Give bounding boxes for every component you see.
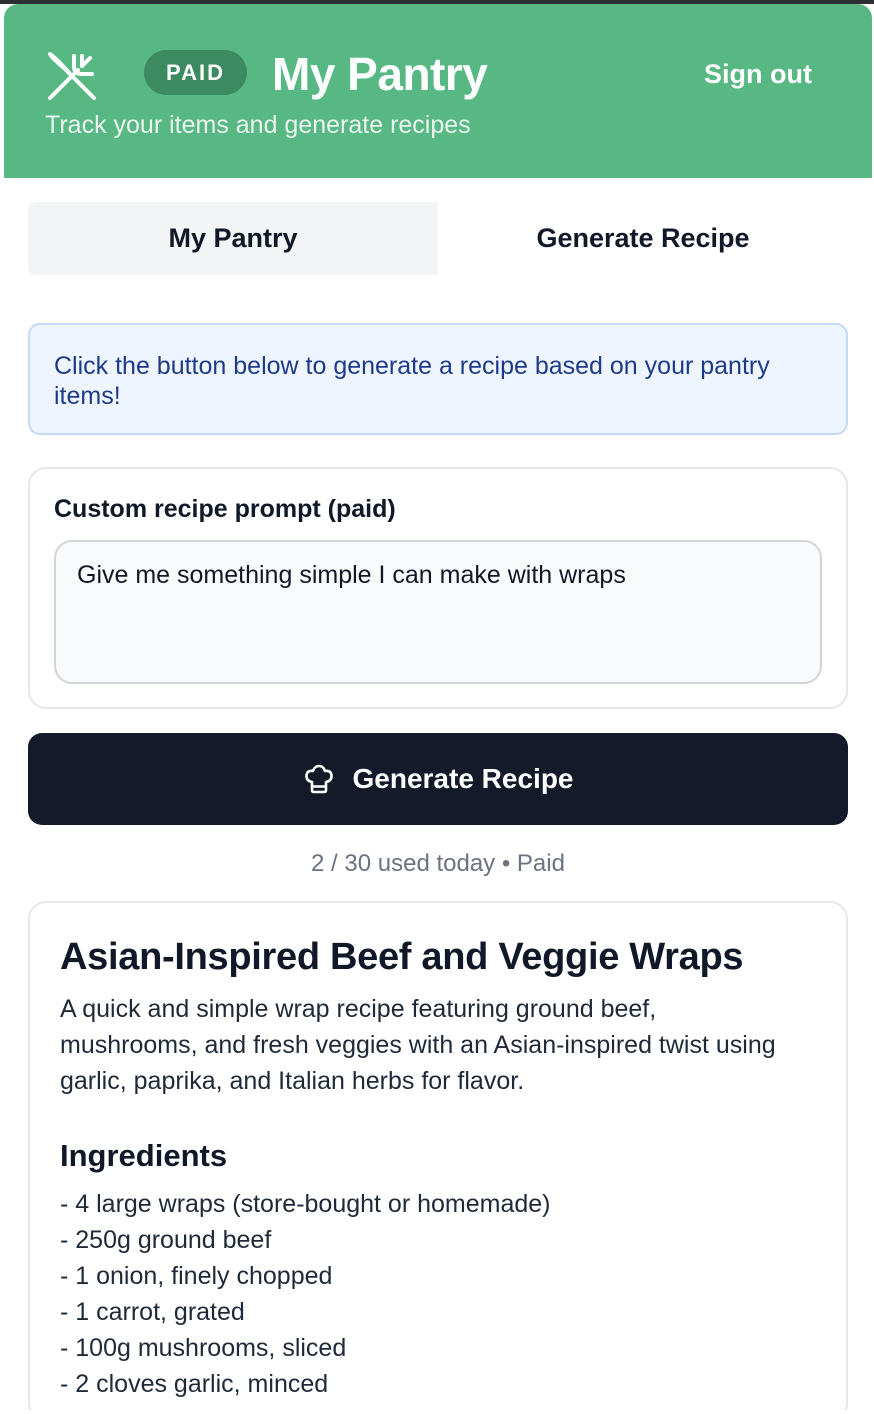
ingredient-item: - 1 carrot, grated: [60, 1298, 245, 1326]
ingredient-item: - 2 cloves garlic, minced: [60, 1370, 329, 1398]
app-subtitle: Track your items and generate recipes: [45, 111, 471, 139]
sign-out-button[interactable]: Sign out: [704, 54, 844, 94]
prompt-label: Custom recipe prompt (paid): [54, 495, 396, 523]
chef-hat-icon: [303, 763, 335, 795]
ingredient-item: - 4 large wraps (store-bought or homemad…: [60, 1190, 551, 1218]
usage-plan: Paid: [516, 850, 565, 877]
ingredient-item: - 100g mushrooms, sliced: [60, 1334, 347, 1362]
generate-recipe-button[interactable]: Generate Recipe: [28, 733, 848, 825]
usage-count: 2 / 30 used today: [311, 850, 496, 877]
app-frame: PAID My Pantry Sign out Track your items…: [4, 4, 872, 1410]
fork-knife-crossed-icon: [44, 48, 100, 104]
ingredients-heading: Ingredients: [60, 1138, 228, 1173]
app-title: My Pantry: [272, 48, 488, 100]
tab-bar: My Pantry Generate Recipe: [28, 202, 848, 275]
recipe-description: A quick and simple wrap recipe featuring…: [60, 995, 776, 1095]
ingredient-item: - 250g ground beef: [60, 1226, 272, 1254]
recipe-card: Asian-Inspired Beef and Veggie Wraps A q…: [28, 901, 848, 1410]
ingredient-item: - 1 onion, finely chopped: [60, 1262, 333, 1290]
ingredients-list: - 4 large wraps (store-bought or homemad…: [60, 1186, 551, 1402]
custom-prompt-input[interactable]: Give me something simple I can make with…: [54, 540, 822, 684]
usage-separator: •: [501, 850, 511, 877]
info-callout: Click the button below to generate a rec…: [28, 323, 848, 435]
paid-badge: PAID: [144, 50, 247, 95]
app-header: PAID My Pantry Sign out Track your items…: [4, 4, 872, 178]
generate-recipe-label: Generate Recipe: [352, 763, 574, 794]
tab-my-pantry[interactable]: My Pantry: [28, 202, 438, 275]
custom-prompt-card: Custom recipe prompt (paid) Give me some…: [28, 467, 848, 709]
tab-generate-recipe[interactable]: Generate Recipe: [438, 202, 848, 275]
recipe-title: Asian-Inspired Beef and Veggie Wraps: [60, 936, 744, 978]
usage-status: 2 / 30 used today • Paid: [4, 849, 872, 879]
